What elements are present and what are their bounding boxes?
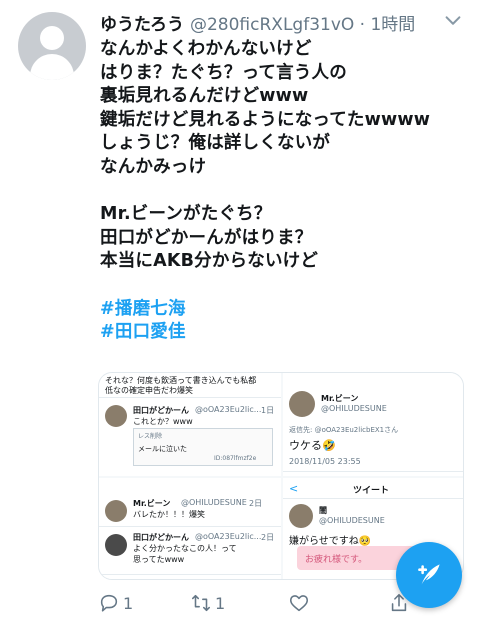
mini-avatar (289, 504, 313, 528)
screenshot-handle: @OHILUDESUNE (181, 498, 247, 507)
reply-button[interactable]: 1 (98, 592, 133, 614)
heart-icon (289, 595, 309, 612)
divider (283, 471, 463, 472)
embedded-text: レス削除 (138, 433, 163, 440)
tweet-actions: 1 1 (98, 592, 438, 620)
retweet-count: 1 (215, 593, 226, 613)
screenshot-back: < (289, 482, 299, 495)
tweet-line: 本当にAKB分からないけど (100, 251, 319, 272)
chevron-down-icon[interactable] (442, 10, 464, 32)
user-avatar[interactable] (18, 12, 86, 80)
hashtag-link[interactable]: #播磨七海 (100, 298, 472, 322)
screenshot-body: これとか？www (133, 417, 193, 426)
tweet-line: なんかみっけ (100, 156, 207, 177)
like-button[interactable] (288, 592, 310, 614)
reply-icon (100, 594, 118, 612)
media-image-3[interactable]: Mr.ビーン @OHILUDESUNE 2日 バレたか！！！爆笑 田口がどかーん… (99, 478, 281, 579)
screenshot-handle: @OHILUDESUNE (319, 516, 385, 525)
screenshot-name: Mr.ビーン (133, 499, 171, 508)
media-image-1[interactable]: それな？何度も飲酒って書き込んでも私都 低なの確定申告だわ爆笑 田口がどかーん … (99, 373, 281, 476)
screenshot-body: ウケる🤣 (289, 439, 336, 452)
screenshot-time: 2018/11/05 23:55 (289, 457, 361, 466)
tweet-line: 鍵垢だけど見れるようになってたwwww (100, 109, 431, 130)
tweet-line: Mr.ビーンがたぐち？ (100, 204, 272, 225)
screenshot-name: Mr.ビーン (321, 394, 359, 403)
screenshot-handle: @oOA23Eu2lic... (195, 405, 262, 414)
tweet-line: はりま？たぐち？って言う人の (100, 62, 347, 83)
hashtag-link[interactable]: #田口愛佳 (100, 321, 472, 345)
divider (283, 498, 463, 499)
screenshot-reply-to: 返信先: @oOA23Eu2licbEX1さん (289, 426, 399, 434)
screenshot-pill-text: お疲れ様です。 (305, 555, 368, 565)
screenshot-header: ツイート (353, 486, 390, 496)
mini-avatar (105, 534, 127, 556)
avatar-head-shape (40, 26, 64, 50)
divider (99, 574, 281, 575)
tweet-line (100, 274, 472, 298)
divider (99, 526, 281, 527)
reply-count: 1 (123, 593, 134, 613)
compose-tweet-button[interactable] (396, 542, 462, 608)
tweet-line: しょうじ？俺は詳しくないが (100, 133, 331, 154)
embedded-text: メールに泣いた (138, 445, 187, 453)
screenshot-handle: @oOA23Eu2lic... (195, 532, 262, 541)
screenshot-handle: @OHILUDESUNE (321, 404, 387, 413)
screenshot-text: 低なの確定申告だわ爆笑 (105, 386, 193, 395)
tweet-line: なんかよくわかんないけど (100, 39, 312, 59)
screenshot-body: よく分かったなこの人！って (133, 544, 237, 553)
embedded-text: ID:087lfmzf2e (214, 455, 257, 462)
mini-avatar (105, 500, 127, 522)
avatar-body-shape (30, 54, 74, 80)
compose-feather-icon (418, 564, 440, 585)
screenshot-body: 思ってたwww (133, 555, 185, 564)
screenshot-time: 2日 (249, 499, 263, 508)
tweet[interactable]: ゆうたろう @280ficRXLgf31vO · 1時間 なんかよくわかんないけ… (0, 0, 480, 622)
tweet-line (100, 180, 472, 204)
divider (99, 397, 281, 398)
screenshot-name: 田口がどかーん (133, 533, 189, 542)
screenshot-time: 1日 (261, 406, 275, 415)
handle-and-time[interactable]: @280ficRXLgf31vO · 1時間 (190, 10, 415, 35)
embedded-screenshot: レス削除 メールに泣いた ID:087lfmzf2e (133, 428, 273, 466)
tweet-text: なんかよくわかんないけど はりま？たぐち？って言う人の 裏垢見れるんだけどwww… (100, 38, 472, 345)
screenshot-name: 闇 (319, 506, 327, 515)
screenshot-body: バレたか！！！爆笑 (133, 510, 205, 519)
tweet-line: 裏垢見れるんだけどwww (100, 86, 309, 107)
screenshot-time: 2日 (261, 533, 275, 542)
retweet-icon (191, 594, 211, 612)
media-image-2[interactable]: Mr.ビーン @OHILUDESUNE 返信先: @oOA23Eu2licbEX… (283, 373, 463, 476)
retweet-button[interactable]: 1 (190, 592, 225, 614)
screenshot-body: 嫌がらせですね🥺 (289, 536, 372, 547)
display-name[interactable]: ゆうたろう (100, 10, 184, 35)
screenshot-name: 田口がどかーん (133, 406, 189, 415)
tweet-header: ゆうたろう @280ficRXLgf31vO · 1時間 (100, 8, 472, 36)
tweet-line: 田口がどかーんがはりま？ (100, 227, 313, 248)
mini-avatar (289, 391, 315, 417)
mini-avatar (105, 405, 127, 427)
